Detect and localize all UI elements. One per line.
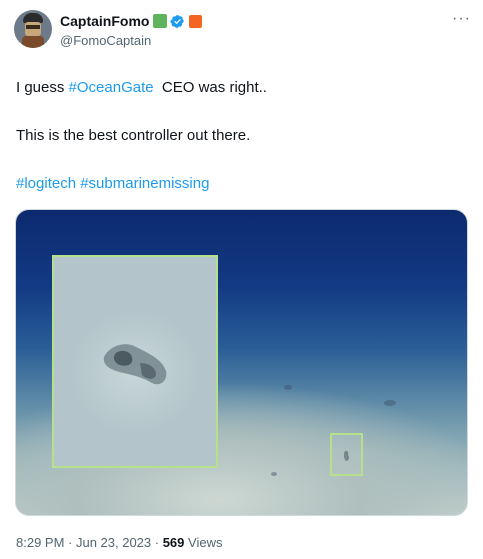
tweet-media-image[interactable] [15,209,468,516]
avatar-body [22,36,44,48]
green-square-badge-icon [153,14,168,28]
hashtag-link-logitech[interactable]: #logitech [16,175,76,192]
hashtag-link-oceangate[interactable]: #OceanGate [69,79,154,96]
tweet-text-prefix: I guess [16,79,69,96]
seabed-rock [271,472,277,476]
tweet-text-suffix: CEO was right.. [153,79,267,96]
tweet-meta: 8:29 PM · Jun 23, 2023 · 569 Views [16,535,222,550]
tweet: CaptainFomo @FomoCaptain ··· I guess #Oc… [0,0,483,559]
hashtag-link-submarinemissing[interactable]: #submarinemissing [80,175,209,192]
avatar[interactable] [14,10,52,48]
orange-square-badge-icon [189,14,203,28]
views-count: 569 [162,535,185,550]
tweet-hashtags: #logitech #submarinemissing [16,175,209,192]
verified-badge-icon [170,14,185,28]
tweet-timestamp[interactable]: 8:29 PM · Jun 23, 2023 · [16,535,163,550]
zoom-highlight-box [52,255,218,468]
debris-object-zoomed [103,344,167,385]
debris-object-small [343,450,350,461]
views-label: Views [184,535,223,550]
seabed-rock [384,400,396,406]
author-handle[interactable]: @FomoCaptain [60,33,151,48]
more-icon[interactable]: ··· [452,10,471,28]
object-marker-box [330,433,363,476]
tweet-text-line-2: This is the best controller out there. [16,127,251,144]
author-display-name[interactable]: CaptainFomo [60,13,149,29]
author-name-row: CaptainFomo [60,12,203,30]
avatar-visor [26,25,40,29]
seabed-rock [284,385,292,390]
tweet-text-line-1: I guess #OceanGate CEO was right.. [16,79,267,96]
